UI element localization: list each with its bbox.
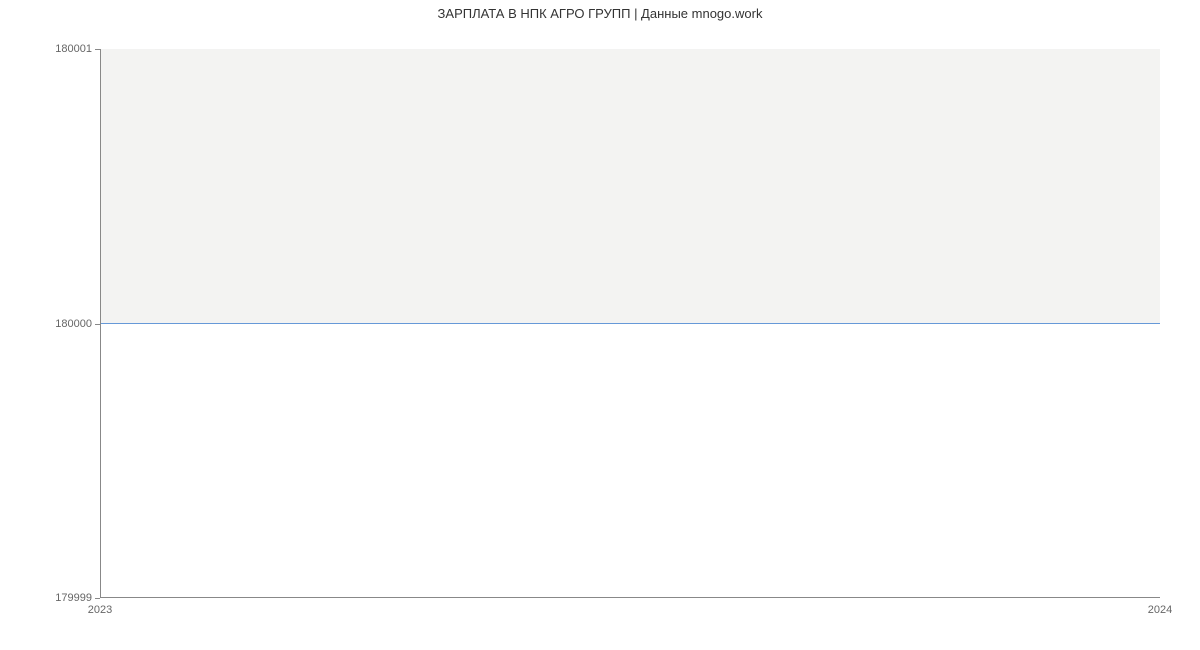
y-tick-label: 180000 [55, 318, 100, 330]
chart-title: ЗАРПЛАТА В НПК АГРО ГРУПП | Данные mnogo… [0, 0, 1200, 21]
plot-area [100, 49, 1160, 598]
y-tick-label: 180001 [55, 43, 100, 55]
data-line [101, 323, 1160, 324]
x-tick-label: 2024 [1148, 598, 1172, 616]
shaded-region [101, 49, 1160, 323]
x-tick-label: 2023 [88, 598, 112, 616]
chart-container: 180001 180000 179999 2023 2024 [100, 49, 1160, 598]
